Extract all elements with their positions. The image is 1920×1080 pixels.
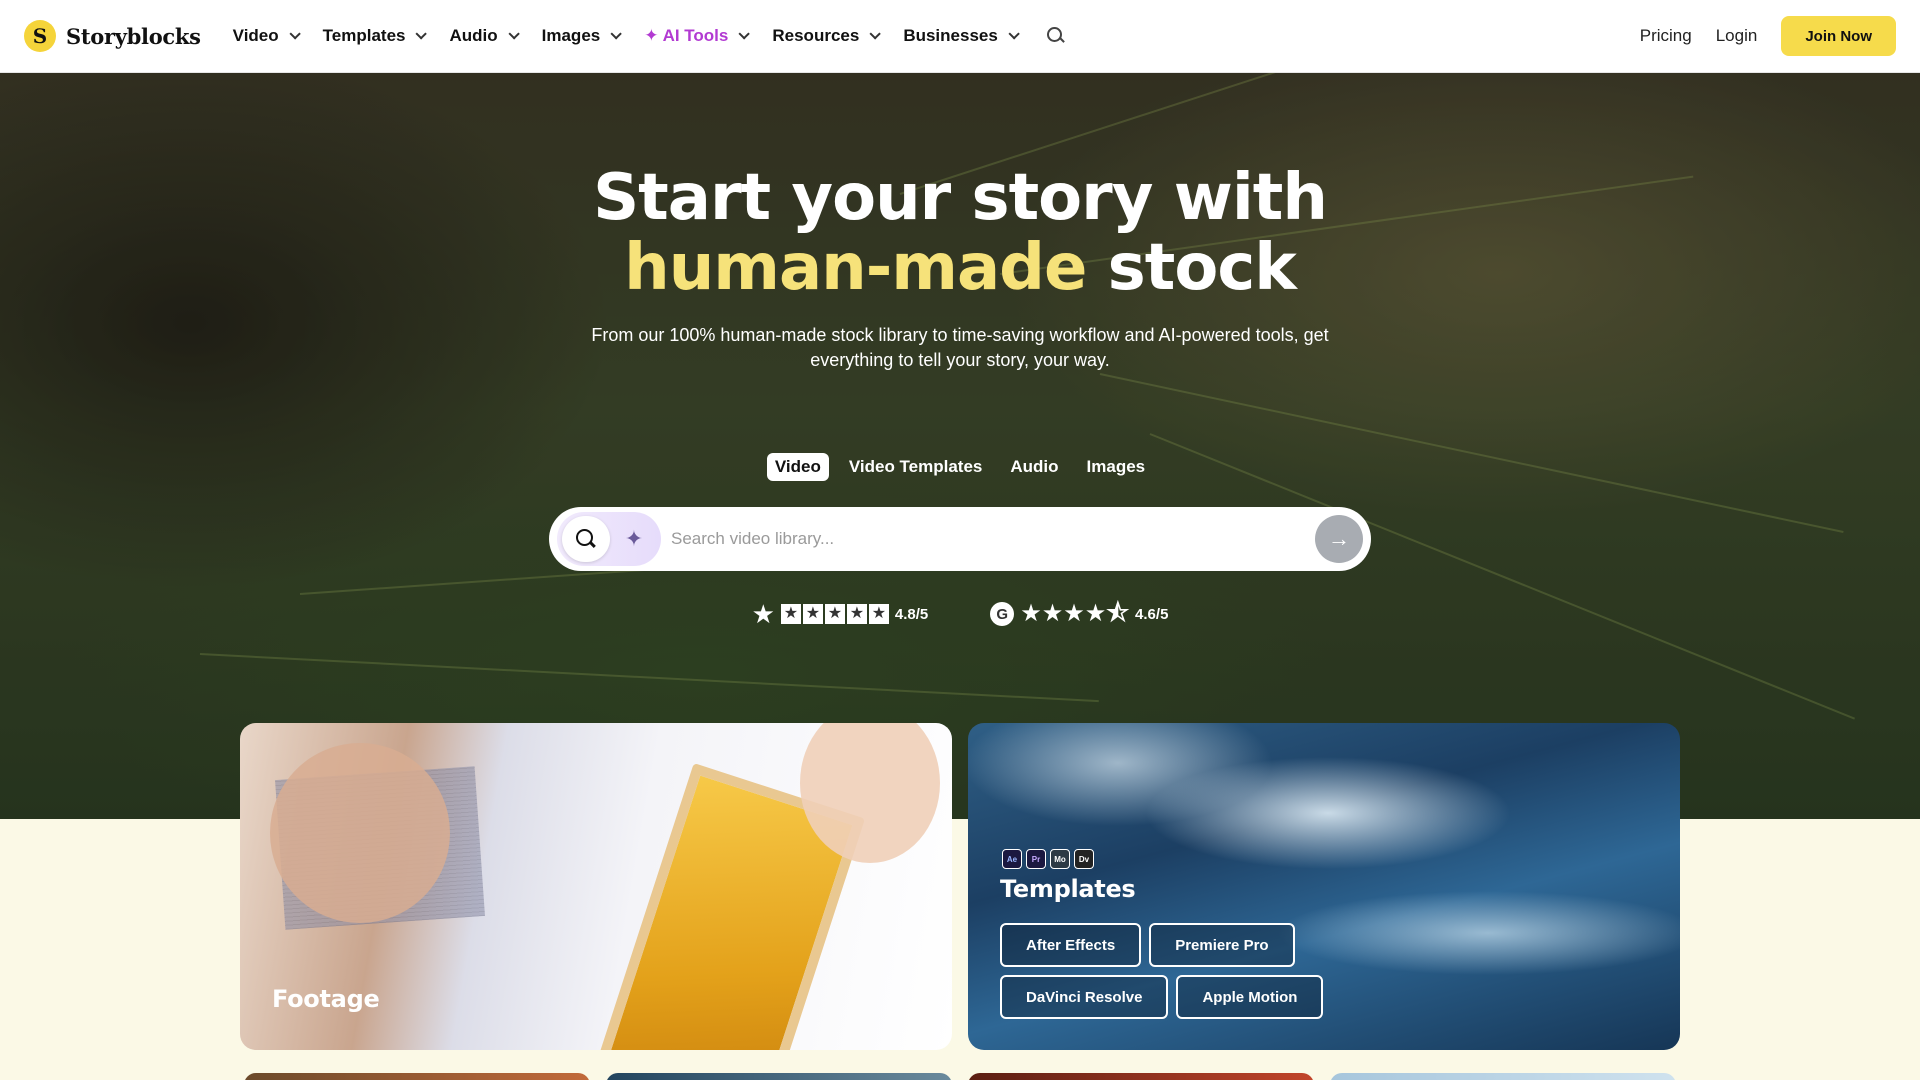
footage-title: Footage <box>272 985 380 1013</box>
trustpilot-score: 4.8/5 <box>894 605 929 623</box>
trustpilot-star-icon: ★ <box>751 599 775 629</box>
search-type-tabs: Video Video Templates Audio Images <box>0 453 1920 481</box>
g2-score: 4.6/5 <box>1135 605 1169 623</box>
chevron-down-icon <box>869 28 882 40</box>
menu-templates[interactable]: Templates <box>322 26 428 46</box>
tab-images[interactable]: Images <box>1079 453 1154 481</box>
main-menu: Video Templates Audio Images ✦ AI Tools … <box>233 26 1066 46</box>
pricing-link[interactable]: Pricing <box>1640 26 1692 46</box>
hero-section: Start your story with human-made stock F… <box>0 73 1920 819</box>
logo-text: Storyblocks <box>66 23 201 49</box>
chevron-down-icon <box>1008 28 1020 40</box>
menu-ai-tools[interactable]: ✦ AI Tools <box>644 26 751 46</box>
storyblocks-logo[interactable]: S Storyblocks <box>24 20 201 52</box>
login-link[interactable]: Login <box>1716 26 1758 46</box>
menu-audio-label: Audio <box>449 26 498 45</box>
search-submit-button[interactable]: → <box>1315 515 1363 563</box>
search-icon <box>575 528 597 550</box>
g2-stars: ★★★★⯪ <box>1020 600 1130 627</box>
menu-video-label: Video <box>232 26 279 45</box>
after-effects-icon: Ae <box>1002 849 1022 869</box>
davinci-resolve-button[interactable]: DaVinci Resolve <box>1000 975 1169 1019</box>
menu-resources-label: Resources <box>772 26 860 45</box>
davinci-resolve-icon: Dv <box>1074 849 1094 869</box>
preview-card-strip <box>606 1073 952 1080</box>
hero-subtitle: From our 100% human-made stock library t… <box>591 325 1329 370</box>
menu-businesses-label: Businesses <box>903 26 998 45</box>
headline-line-2: human-made stock <box>0 233 1920 303</box>
g2-logo-icon: G <box>990 602 1015 626</box>
sparkle-icon: ✦ <box>624 526 644 551</box>
menu-video[interactable]: Video <box>232 26 301 46</box>
menu-audio[interactable]: Audio <box>449 26 520 46</box>
star-icon: ★ <box>824 604 845 624</box>
join-now-button[interactable]: Join Now <box>1781 16 1896 56</box>
ai-search-toggle[interactable]: ✦ <box>610 516 658 562</box>
headline-tail: stock <box>1086 231 1297 305</box>
chevron-down-icon <box>289 28 301 40</box>
chevron-down-icon <box>738 28 751 40</box>
preview-card-strip <box>1330 1073 1676 1080</box>
template-app-icons: Ae Pr Mo Dv <box>1002 849 1094 869</box>
top-navigation: S Storyblocks Video Templates Audio Imag… <box>0 0 1920 73</box>
chevron-down-icon <box>508 28 520 40</box>
tab-audio[interactable]: Audio <box>1002 453 1066 481</box>
templates-title: Templates <box>1000 875 1136 903</box>
footage-image-hand <box>270 743 450 923</box>
search-input[interactable] <box>661 529 1315 549</box>
search-icon[interactable] <box>1046 26 1066 46</box>
menu-businesses[interactable]: Businesses <box>903 26 1020 46</box>
headline-line-1: Start your story with <box>593 161 1328 235</box>
ratings-row: ★ ★ ★ ★ ★ ★ 4.8/5 G ★★★★⯪ 4.6/5 <box>0 601 1920 627</box>
preview-card-strip <box>968 1073 1314 1080</box>
headline-highlight: human-made <box>624 231 1087 305</box>
hero-headline: Start your story with human-made stock <box>0 163 1920 303</box>
menu-images-label: Images <box>541 26 601 45</box>
arrow-right-icon: → <box>1328 526 1350 551</box>
star-icon: ★ <box>802 604 823 624</box>
chevron-down-icon <box>415 28 428 40</box>
star-icon: ★ <box>868 604 889 624</box>
after-effects-button[interactable]: After Effects <box>1000 923 1142 967</box>
footage-card[interactable]: Footage <box>240 723 952 1050</box>
star-icon: ★ <box>846 604 867 624</box>
chevron-down-icon <box>610 28 623 40</box>
trustpilot-rating: ★ ★ ★ ★ ★ ★ 4.8/5 <box>752 601 929 627</box>
templates-card[interactable]: Ae Pr Mo Dv Templates After Effects Prem… <box>968 723 1680 1050</box>
logo-icon: S <box>24 20 56 52</box>
menu-images[interactable]: Images <box>541 26 623 46</box>
search-bar: ✦ → <box>549 507 1371 571</box>
tab-video[interactable]: Video <box>766 453 829 481</box>
g2-rating: G ★★★★⯪ 4.6/5 <box>990 601 1168 627</box>
menu-resources[interactable]: Resources <box>772 26 882 46</box>
premiere-pro-icon: Pr <box>1026 849 1046 869</box>
menu-templates-label: Templates <box>322 26 406 45</box>
keyword-search-toggle[interactable] <box>562 516 610 562</box>
template-buttons: After Effects Premiere Pro DaVinci Resol… <box>1000 923 1340 1019</box>
preview-card-strip <box>244 1073 590 1080</box>
search-mode-toggle: ✦ <box>557 512 661 566</box>
apple-motion-button[interactable]: Apple Motion <box>1176 975 1324 1019</box>
nav-actions: Pricing Login Join Now <box>1640 16 1896 56</box>
menu-ai-tools-label: ✦ AI Tools <box>644 26 729 45</box>
apple-motion-icon: Mo <box>1050 849 1070 869</box>
tab-video-templates[interactable]: Video Templates <box>841 453 991 481</box>
star-icon: ★ <box>780 604 801 624</box>
trustpilot-stars: ★ ★ ★ ★ ★ <box>780 604 889 624</box>
premiere-pro-button[interactable]: Premiere Pro <box>1149 923 1295 967</box>
